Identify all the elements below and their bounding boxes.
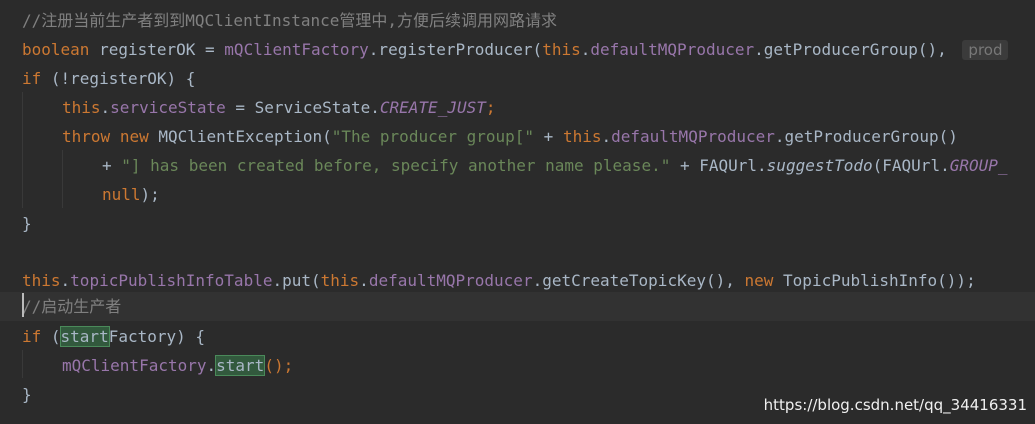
code-line-8[interactable]: } [22, 209, 1035, 238]
watermark: https://blog.csdn.net/qq_34416331 [763, 396, 1027, 414]
keyword: if [22, 69, 42, 88]
code-text: Factory) { [108, 327, 206, 346]
closing-brace: } [22, 214, 32, 233]
indent-guide [62, 150, 63, 208]
field: mQClientFactory [62, 356, 207, 375]
keyword: this [542, 40, 581, 59]
field: defaultMQProducer [611, 127, 775, 146]
code-text: . [601, 127, 612, 146]
code-line-10[interactable]: this.topicPublishInfoTable.put(this.defa… [22, 266, 1035, 295]
keyword: throw [62, 127, 111, 146]
code-text: (FAQUrl. [872, 156, 950, 175]
field: defaultMQProducer [368, 271, 533, 290]
static-method: suggestTodo [766, 156, 873, 175]
string-literal: "] has been created before, specify anot… [121, 156, 671, 175]
highlighted-usage: start [215, 355, 266, 376]
code-text: + [102, 156, 122, 175]
code-editor[interactable]: //注册当前生产者到到MQClientInstance管理中,方便后续调用网路请… [0, 0, 1035, 424]
code-line-1[interactable]: //注册当前生产者到到MQClientInstance管理中,方便后续调用网路请… [22, 6, 1035, 35]
keyword: this [22, 271, 61, 290]
code-text: = ServiceState. [225, 98, 380, 117]
highlighted-usage: start [59, 326, 110, 347]
code-text: . [359, 271, 369, 290]
code-line-12[interactable]: if (startFactory) { [22, 322, 1035, 351]
code-line-4[interactable]: this.serviceState = ServiceState.CREATE_… [62, 93, 1035, 122]
code-text: .getProducerGroup() [774, 127, 958, 146]
code-text: MQClientException( [148, 127, 332, 146]
code-line-2[interactable]: boolean registerOK = mQClientFactory.reg… [22, 35, 1035, 64]
code-line-11-current[interactable]: //启动生产者 [0, 292, 1035, 321]
keyword: new [744, 271, 774, 290]
field: serviceState [110, 98, 226, 117]
code-text: . [60, 271, 71, 290]
code-text: . [100, 98, 111, 117]
field: mQClientFactory [224, 40, 369, 59]
code-text: .getProducerGroup(), [754, 40, 957, 59]
comment: //启动生产者 [22, 297, 122, 316]
constant: GROUP_ [949, 156, 1008, 175]
code-text: .getCreateTopicKey(), [532, 271, 745, 290]
code-text: . [206, 356, 217, 375]
code-line-7[interactable]: null); [102, 180, 1035, 209]
string-literal: "The producer group[" [331, 127, 535, 146]
code-line-3[interactable]: if (!registerOK) { [22, 64, 1035, 93]
code-text: registerOK = [89, 40, 225, 59]
semicolon: ; [485, 98, 496, 117]
keyword: null [102, 185, 141, 204]
comment: //注册当前生产者到到MQClientInstance管理中,方便后续调用网路请… [22, 11, 558, 30]
text-caret [22, 293, 24, 317]
indent-guide [22, 92, 23, 208]
code-text: (); [264, 356, 294, 375]
parameter-hint: prod [962, 40, 1009, 60]
code-text: (!registerOK) { [41, 69, 196, 88]
field: topicPublishInfoTable [70, 271, 273, 290]
closing-brace: } [22, 385, 32, 404]
code-text: + FAQUrl. [670, 156, 767, 175]
constant: CREATE_JUST [379, 98, 486, 117]
keyword: this [562, 127, 602, 146]
code-text: + [534, 127, 563, 146]
keyword: if [22, 327, 42, 346]
code-text: . [580, 40, 591, 59]
code-text: .registerProducer( [368, 40, 543, 59]
code-line-13[interactable]: mQClientFactory.start(); [62, 351, 1035, 380]
keyword: new [119, 127, 149, 146]
keyword: this [62, 98, 101, 117]
indent-guide [22, 350, 23, 378]
field: defaultMQProducer [590, 40, 755, 59]
code-text: ( [41, 327, 61, 346]
code-text: TopicPublishInfo()); [773, 271, 976, 290]
code-line-5[interactable]: throw new MQClientException("The produce… [62, 122, 1035, 151]
keyword: boolean [22, 40, 90, 59]
keyword: this [320, 271, 360, 290]
code-line-6[interactable]: + "] has been created before, specify an… [102, 151, 1035, 180]
code-text: .put( [272, 271, 321, 290]
code-text: ); [140, 185, 160, 204]
